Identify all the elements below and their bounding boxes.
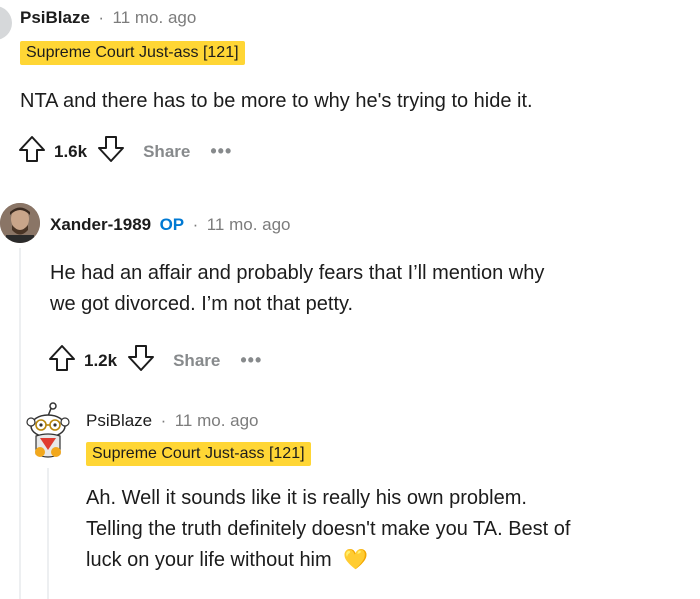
upvote-icon[interactable] (16, 133, 48, 170)
comment-xander: Xander-1989 OP · 11 mo. ago He had an af… (0, 195, 700, 395)
comment-text-line: Ah. Well it sounds like it is really his… (86, 487, 527, 509)
comment-text-line: luck on your life without him (86, 549, 332, 571)
snoo-avatar[interactable] (26, 402, 70, 464)
username[interactable]: PsiBlaze (20, 8, 90, 27)
comment-header: PsiBlaze · 11 mo. ago (20, 8, 196, 28)
avatar[interactable] (0, 6, 12, 40)
timestamp[interactable]: 11 mo. ago (113, 8, 197, 27)
separator: · (192, 215, 199, 234)
user-flair: Supreme Court Just-ass [121] (86, 442, 311, 466)
comment-text-line: we got divorced. I’m not that petty. (50, 293, 354, 315)
action-bar: 1.2k Share ••• (46, 342, 262, 379)
more-options-button[interactable]: ••• (210, 141, 232, 162)
comment-text: He had an affair and probably fears that… (50, 258, 544, 320)
heart-emoji: 💛 (343, 549, 369, 571)
vote-count: 1.6k (54, 141, 88, 161)
comment-psiblaze-2: PsiBlaze · 11 mo. ago Supreme Court Just… (0, 400, 700, 599)
separator: · (160, 411, 167, 430)
comment-text: Ah. Well it sounds like it is really his… (86, 483, 570, 576)
downvote-icon[interactable] (95, 133, 127, 170)
timestamp[interactable]: 11 mo. ago (175, 411, 259, 430)
comment-text-line-last: luck on your life without him 💛 (86, 545, 570, 576)
comment-header: PsiBlaze · 11 mo. ago (86, 411, 259, 431)
vote-count: 1.2k (84, 350, 118, 370)
comment-text: NTA and there has to be more to why he's… (20, 90, 533, 112)
more-options-button[interactable]: ••• (240, 350, 262, 371)
downvote-icon[interactable] (125, 342, 157, 379)
separator: · (98, 8, 105, 27)
share-button[interactable]: Share (143, 142, 190, 162)
comment-text-line: He had an affair and probably fears that… (50, 262, 545, 284)
comment-header: Xander-1989 OP · 11 mo. ago (50, 215, 291, 235)
action-bar: 1.6k Share ••• (16, 133, 232, 170)
comment-text-line: Telling the truth definitely doesn't mak… (86, 518, 571, 540)
comment-psiblaze-1: PsiBlaze · 11 mo. ago Supreme Court Just… (0, 0, 700, 175)
user-flair: Supreme Court Just-ass [121] (20, 41, 245, 65)
op-badge: OP (159, 215, 185, 234)
avatar[interactable] (0, 203, 40, 243)
share-button[interactable]: Share (173, 351, 220, 371)
upvote-icon[interactable] (46, 342, 78, 379)
thread-line[interactable] (47, 468, 49, 599)
username[interactable]: Xander-1989 (50, 215, 151, 234)
username[interactable]: PsiBlaze (86, 411, 152, 430)
timestamp[interactable]: 11 mo. ago (207, 215, 291, 234)
